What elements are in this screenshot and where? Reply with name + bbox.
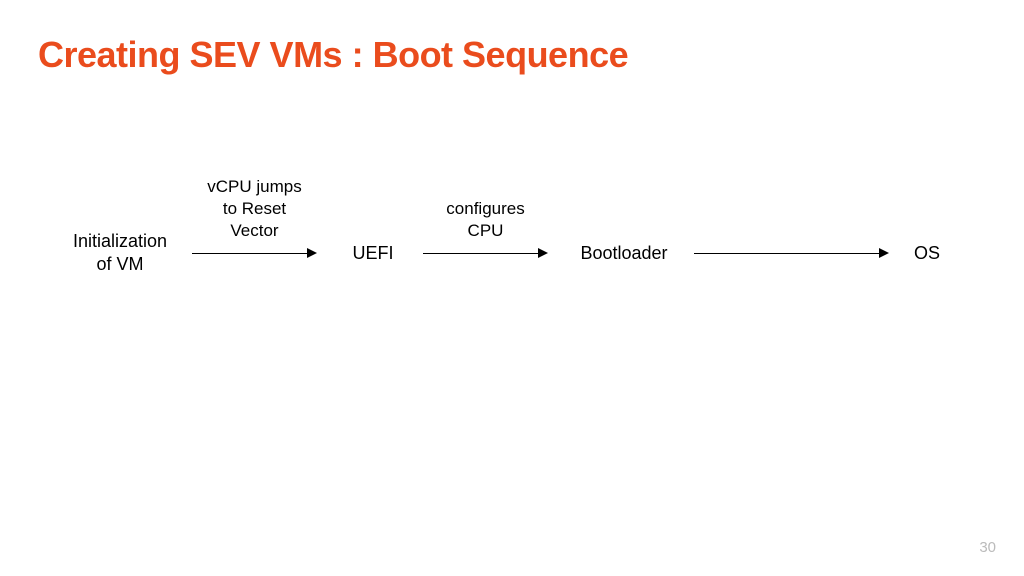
arrow-icon [694, 248, 889, 258]
boot-sequence-diagram: Initialization of VM vCPU jumps to Reset… [60, 230, 984, 277]
arrow-bootloader-to-os [694, 248, 889, 258]
page-number: 30 [979, 539, 996, 556]
node-uefi: UEFI [343, 242, 403, 265]
arrow-uefi-to-bootloader: configures CPU [423, 248, 548, 258]
arrow-label-configures-cpu: configures CPU [416, 198, 556, 242]
arrow-init-to-uefi: vCPU jumps to Reset Vector [192, 248, 317, 258]
slide-title: Creating SEV VMs : Boot Sequence [38, 34, 628, 76]
arrow-label-reset-vector: vCPU jumps to Reset Vector [185, 176, 325, 242]
node-initialization: Initialization of VM [60, 230, 180, 277]
arrow-icon [423, 248, 548, 258]
node-bootloader: Bootloader [574, 242, 674, 265]
arrow-icon [192, 248, 317, 258]
node-os: OS [907, 242, 947, 265]
